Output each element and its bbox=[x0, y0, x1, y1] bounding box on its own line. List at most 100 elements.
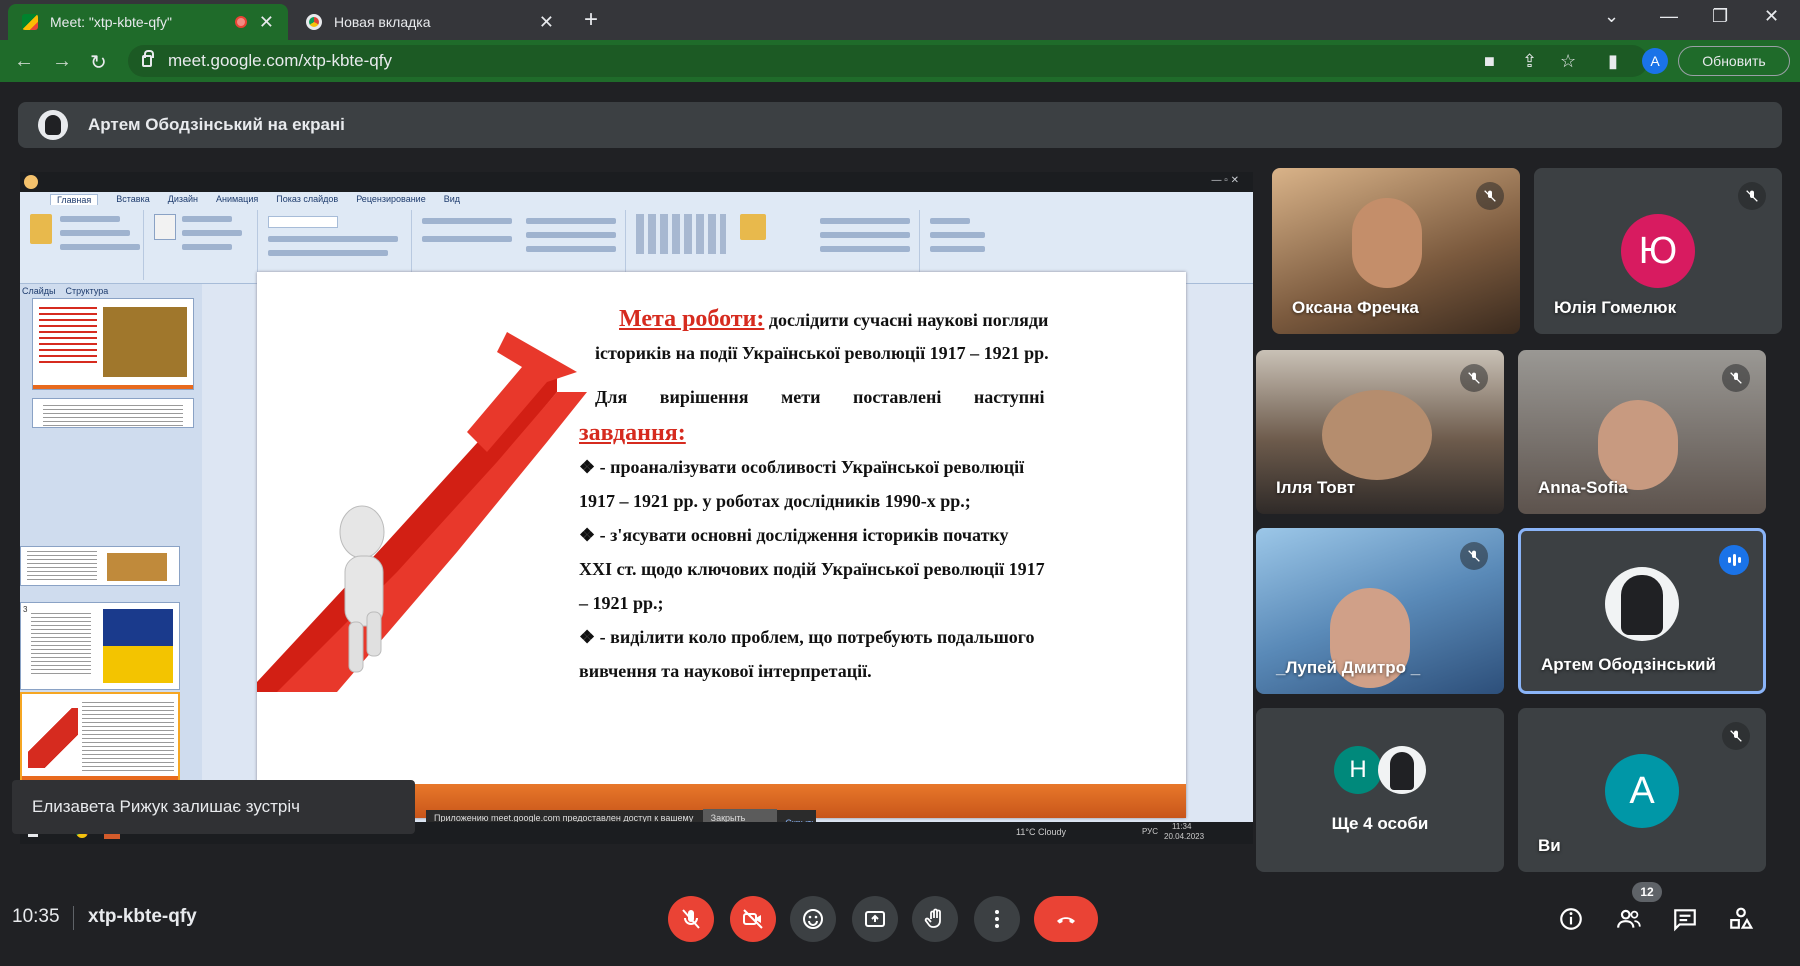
leave-call-button[interactable] bbox=[1034, 896, 1098, 942]
slide-task3-line1: ❖ - виділити коло проблем, що потребують… bbox=[579, 627, 1035, 647]
chat-button[interactable] bbox=[1672, 906, 1698, 937]
ppt-ribbon: Главная Вставка Дизайн Анимация Показ сл… bbox=[20, 192, 1253, 284]
ppt-titlebar: — ▫ ✕ bbox=[20, 172, 1253, 192]
participant-name: Anna-Sofia bbox=[1538, 478, 1628, 497]
more-participants-label: Ще 4 особи bbox=[1331, 814, 1429, 833]
participant-avatar bbox=[1605, 567, 1679, 641]
meeting-details-button[interactable] bbox=[1558, 906, 1584, 937]
star-icon[interactable]: ☆ bbox=[1560, 51, 1576, 72]
people-count-badge: 12 bbox=[1632, 882, 1662, 902]
chrome-favicon-icon bbox=[306, 14, 322, 30]
slide-thumbnail bbox=[32, 398, 194, 428]
slide-thumbnail bbox=[20, 546, 180, 586]
language-indicator: РУС bbox=[1142, 827, 1159, 836]
ribbon-tab: Дизайн bbox=[167, 194, 198, 204]
camera-off-icon bbox=[743, 909, 763, 929]
ribbon-tab: Рецензирование bbox=[356, 194, 426, 204]
ribbon-tab: Вставка bbox=[116, 194, 150, 204]
participant-name: Юлія Гомелюк bbox=[1554, 298, 1677, 317]
slide-goal-text: дослідити сучасні наукові погляди bbox=[768, 310, 1049, 330]
participant-tile[interactable]: Оксана Фречка bbox=[1272, 168, 1520, 334]
people-button[interactable] bbox=[1616, 906, 1642, 937]
presenting-text: Артем Ободзінський на екрані bbox=[88, 115, 345, 134]
browser-tabstrip: Meet: "xtp-kbte-qfy" ✕ Новая вкладка ✕ +… bbox=[0, 0, 1800, 40]
slide-thumbnail: 3 bbox=[20, 602, 180, 690]
call-end-icon bbox=[1057, 917, 1075, 924]
camera-toggle-button[interactable] bbox=[730, 896, 776, 942]
address-bar[interactable]: meet.google.com/xtp-kbte-qfy bbox=[128, 45, 1648, 77]
tray-time: 11:34 bbox=[1172, 822, 1192, 831]
forward-arrow-icon[interactable]: → bbox=[52, 50, 72, 73]
participant-name: _Лупей Дмитро _ bbox=[1276, 658, 1421, 677]
activities-button[interactable] bbox=[1728, 906, 1754, 937]
raise-hand-button[interactable] bbox=[912, 896, 958, 942]
panel-tab-slides: Слайды bbox=[22, 286, 56, 296]
participant-tile[interactable]: Ілля Товт bbox=[1256, 350, 1504, 514]
tab-search-chevron-icon[interactable]: ⌄ bbox=[1604, 6, 1619, 27]
participant-name: Артем Ободзінський bbox=[1541, 655, 1716, 674]
slide-task2-line3: – 1921 рр.; bbox=[579, 593, 664, 613]
participant-tile-self[interactable]: A Ви bbox=[1518, 708, 1766, 872]
slide-task2-line2: XXI ст. щодо ключових подій Української … bbox=[579, 559, 1045, 579]
back-arrow-icon[interactable]: ← bbox=[14, 50, 34, 73]
hand-icon bbox=[924, 908, 941, 928]
recording-icon bbox=[234, 16, 247, 28]
participant-video bbox=[1352, 198, 1422, 288]
divider bbox=[73, 906, 74, 930]
close-tab-icon[interactable]: ✕ bbox=[259, 12, 274, 33]
people-icon bbox=[1617, 909, 1641, 928]
maximize-icon[interactable]: ❐ bbox=[1712, 6, 1728, 27]
sidepanel-icon[interactable]: ▮ bbox=[1608, 51, 1618, 72]
participant-tile[interactable]: _Лупей Дмитро _ bbox=[1256, 528, 1504, 694]
url-text: meet.google.com/xtp-kbte-qfy bbox=[168, 51, 392, 70]
presenting-banner: Артем Ободзінський на екрані bbox=[18, 102, 1782, 148]
participant-name: Ілля Товт bbox=[1276, 478, 1356, 497]
more-participants-tile[interactable]: Н Ще 4 особи bbox=[1256, 708, 1504, 872]
ribbon-group-font bbox=[262, 210, 412, 280]
browser-toolbar: ← → ↻ meet.google.com/xtp-kbte-qfy ■ ⇪ ☆… bbox=[0, 40, 1800, 82]
mic-toggle-button[interactable] bbox=[668, 896, 714, 942]
activities-icon bbox=[1730, 907, 1754, 929]
mic-off-icon bbox=[1722, 722, 1750, 750]
ribbon-tab: Главная bbox=[50, 194, 99, 205]
ribbon-group-clipboard bbox=[24, 210, 144, 280]
participant-tile[interactable]: Ю Юлія Гомелюк bbox=[1534, 168, 1782, 334]
ribbon-group-slides bbox=[148, 210, 258, 280]
info-icon bbox=[1560, 908, 1582, 930]
new-tab-icon[interactable]: + bbox=[584, 6, 598, 34]
share-icon[interactable]: ⇪ bbox=[1522, 51, 1537, 72]
mic-off-icon bbox=[1738, 182, 1766, 210]
tab-meet[interactable]: Meet: "xtp-kbte-qfy" ✕ bbox=[8, 4, 288, 40]
slide-goal-title: Мета роботи: bbox=[619, 306, 765, 332]
participant-tile-active-speaker[interactable]: Артем Ободзінський bbox=[1518, 528, 1766, 694]
participant-tile[interactable]: Anna-Sofia bbox=[1518, 350, 1766, 514]
stairs-illustration bbox=[257, 332, 587, 692]
close-window-icon[interactable]: ✕ bbox=[1764, 6, 1779, 27]
profile-avatar[interactable]: A bbox=[1642, 48, 1668, 74]
slide-thumbnail-selected bbox=[20, 692, 180, 782]
mic-off-icon bbox=[1460, 542, 1488, 570]
slide-goal-line1: Мета роботи: дослідити сучасні наукові п… bbox=[619, 302, 1048, 337]
tab-new[interactable]: Новая вкладка ✕ bbox=[292, 4, 568, 40]
update-button[interactable]: Обновить bbox=[1678, 46, 1790, 76]
tray-date: 20.04.2023 bbox=[1164, 832, 1205, 841]
panel-tab-outline: Структура bbox=[65, 286, 109, 296]
more-options-button[interactable] bbox=[974, 896, 1020, 942]
participant-avatar: Ю bbox=[1621, 214, 1695, 288]
participant-avatar: Н bbox=[1334, 746, 1382, 794]
ribbon-group-paragraph bbox=[416, 210, 626, 280]
mic-off-icon bbox=[682, 909, 700, 929]
office-button-icon bbox=[24, 175, 38, 189]
presenter-avatar bbox=[38, 110, 68, 140]
reload-icon[interactable]: ↻ bbox=[90, 50, 107, 75]
reactions-button[interactable] bbox=[790, 896, 836, 942]
participant-video bbox=[1322, 390, 1432, 480]
slide-task1-line1: ❖ - проаналізувати особливості Українськ… bbox=[579, 457, 1025, 477]
participant-left-toast: Елизавета Рижук залишає зустріч bbox=[12, 780, 415, 834]
mic-off-icon bbox=[1476, 182, 1504, 210]
present-screen-button[interactable] bbox=[852, 896, 898, 942]
camera-icon[interactable]: ■ bbox=[1484, 51, 1495, 72]
minimize-icon[interactable]: — bbox=[1660, 6, 1678, 27]
chat-icon bbox=[1674, 909, 1696, 932]
close-tab-icon[interactable]: ✕ bbox=[539, 12, 554, 33]
